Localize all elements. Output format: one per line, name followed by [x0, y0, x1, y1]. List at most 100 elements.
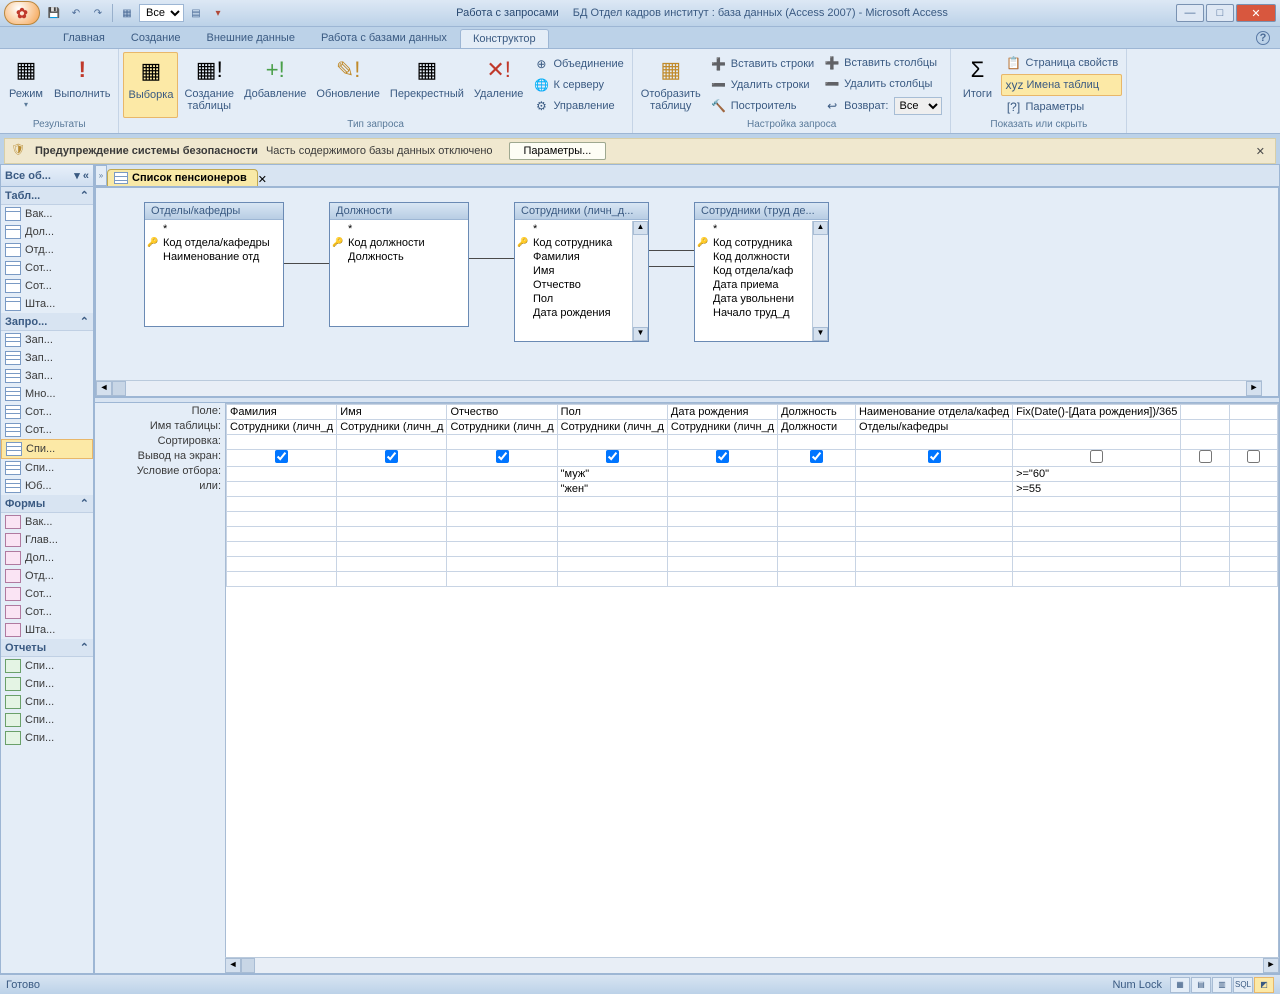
- datasheet-icon[interactable]: ▤: [186, 3, 206, 23]
- show-checkbox[interactable]: [385, 450, 398, 463]
- table-field[interactable]: Начало труд_д: [695, 306, 828, 320]
- qbe-cell[interactable]: [337, 542, 447, 557]
- table-field[interactable]: *: [330, 222, 468, 236]
- qbe-cell[interactable]: Сотрудники (личн_д: [227, 420, 337, 435]
- nav-group-tables[interactable]: Табл...⌃: [1, 187, 93, 205]
- qbe-cell[interactable]: [557, 572, 667, 587]
- qbe-cell[interactable]: [1229, 450, 1277, 467]
- qbe-cell[interactable]: [227, 572, 337, 587]
- qbe-cell[interactable]: [1013, 450, 1181, 467]
- qbe-cell[interactable]: >=55: [1013, 482, 1181, 497]
- nav-item[interactable]: Спи...: [1, 657, 93, 675]
- qbe-cell[interactable]: [227, 557, 337, 572]
- union-button[interactable]: ⊕Объединение: [529, 54, 627, 74]
- nav-group-queries[interactable]: Запро...⌃: [1, 313, 93, 331]
- insert-rows-button[interactable]: ➕Вставить строки: [707, 54, 818, 74]
- qbe-cell[interactable]: "жен": [557, 482, 667, 497]
- qbe-grid[interactable]: ФамилияИмяОтчествоПолДата рожденияДолжно…: [225, 403, 1279, 973]
- qbe-cell[interactable]: [1181, 467, 1229, 482]
- table-scrollbar[interactable]: ▲▼: [632, 221, 648, 341]
- nav-item[interactable]: Дол...: [1, 549, 93, 567]
- nav-item[interactable]: Зап...: [1, 367, 93, 385]
- qbe-cell[interactable]: [227, 450, 337, 467]
- qbe-cell[interactable]: [557, 542, 667, 557]
- qbe-cell[interactable]: >="60": [1013, 467, 1181, 482]
- show-checkbox[interactable]: [606, 450, 619, 463]
- qbe-cell[interactable]: [1013, 512, 1181, 527]
- security-options-button[interactable]: Параметры...: [509, 142, 607, 160]
- qbe-cell[interactable]: [1229, 420, 1277, 435]
- show-checkbox[interactable]: [275, 450, 288, 463]
- qbe-cell[interactable]: [227, 482, 337, 497]
- qbe-cell[interactable]: [557, 557, 667, 572]
- qbe-cell[interactable]: [778, 512, 856, 527]
- qbe-cell[interactable]: [447, 467, 557, 482]
- table-field[interactable]: *: [145, 222, 283, 236]
- qbe-cell[interactable]: [227, 542, 337, 557]
- qbe-cell[interactable]: [778, 542, 856, 557]
- qbe-cell[interactable]: [447, 450, 557, 467]
- join-line[interactable]: [649, 266, 694, 267]
- nav-item[interactable]: Сот...: [1, 277, 93, 295]
- qbe-cell[interactable]: [337, 527, 447, 542]
- qbe-cell[interactable]: [667, 467, 777, 482]
- qbe-cell[interactable]: Дата рождения: [667, 405, 777, 420]
- qbe-cell[interactable]: [447, 497, 557, 512]
- upper-hscroll[interactable]: ◄►: [96, 380, 1262, 396]
- qbe-cell[interactable]: [227, 497, 337, 512]
- show-checkbox[interactable]: [928, 450, 941, 463]
- table-field[interactable]: Имя: [515, 264, 648, 278]
- delete-rows-button[interactable]: ➖Удалить строки: [707, 75, 818, 95]
- select-query-button[interactable]: ▦Выборка: [123, 52, 178, 118]
- qbe-cell[interactable]: Должности: [778, 420, 856, 435]
- nav-item[interactable]: Дол...: [1, 223, 93, 241]
- table-field[interactable]: Фамилия: [515, 250, 648, 264]
- show-checkbox[interactable]: [1247, 450, 1260, 463]
- nav-item[interactable]: Спи...: [1, 729, 93, 747]
- qbe-cell[interactable]: [447, 542, 557, 557]
- qbe-cell[interactable]: [667, 482, 777, 497]
- passthrough-button[interactable]: 🌐К серверу: [529, 75, 627, 95]
- office-button[interactable]: ✿: [4, 1, 40, 25]
- qbe-cell[interactable]: [227, 512, 337, 527]
- join-line[interactable]: [649, 250, 694, 251]
- nav-item[interactable]: Отд...: [1, 567, 93, 585]
- document-close-icon[interactable]: ✕: [258, 173, 267, 186]
- help-icon[interactable]: ?: [1256, 31, 1270, 45]
- qbe-cell[interactable]: [1181, 435, 1229, 450]
- qbe-cell[interactable]: [1181, 557, 1229, 572]
- delete-query-button[interactable]: ✕!Удаление: [470, 52, 528, 118]
- run-button[interactable]: !Выполнить: [50, 52, 114, 118]
- undo-icon[interactable]: ↶: [66, 3, 86, 23]
- qbe-cell[interactable]: [557, 435, 667, 450]
- table-field[interactable]: Дата рождения: [515, 306, 648, 320]
- property-sheet-button[interactable]: 📋Страница свойств: [1001, 53, 1122, 73]
- nav-item[interactable]: Зап...: [1, 331, 93, 349]
- save-icon[interactable]: 💾: [44, 3, 64, 23]
- table-field[interactable]: Код отдела/кафедры: [145, 236, 283, 250]
- nav-item[interactable]: Спи...: [1, 459, 93, 477]
- nav-item[interactable]: Вак...: [1, 513, 93, 531]
- crosstab-button[interactable]: ▦Перекрестный: [386, 52, 468, 118]
- qbe-cell[interactable]: [855, 557, 1012, 572]
- qbe-cell[interactable]: Наименование отдела/кафед: [855, 405, 1012, 420]
- qbe-cell[interactable]: [1181, 512, 1229, 527]
- builder-button[interactable]: 🔨Построитель: [707, 96, 818, 116]
- qbe-cell[interactable]: [778, 527, 856, 542]
- nav-item[interactable]: Сот...: [1, 421, 93, 439]
- join-line[interactable]: [469, 258, 514, 259]
- qbe-cell[interactable]: "муж": [557, 467, 667, 482]
- show-checkbox[interactable]: [1199, 450, 1212, 463]
- table-field[interactable]: Код сотрудника: [515, 236, 648, 250]
- qbe-cell[interactable]: [1181, 497, 1229, 512]
- qbe-cell[interactable]: Отчество: [447, 405, 557, 420]
- qbe-cell[interactable]: [855, 527, 1012, 542]
- qbe-cell[interactable]: [447, 527, 557, 542]
- qbe-cell[interactable]: [1181, 542, 1229, 557]
- pivot-view-shortcut[interactable]: ▤: [1191, 977, 1211, 993]
- qbe-cell[interactable]: [1229, 572, 1277, 587]
- qbe-cell[interactable]: [557, 497, 667, 512]
- maketable-button[interactable]: ▦!Создание таблицы: [180, 52, 238, 118]
- show-checkbox[interactable]: [1090, 450, 1103, 463]
- qbe-cell[interactable]: [855, 482, 1012, 497]
